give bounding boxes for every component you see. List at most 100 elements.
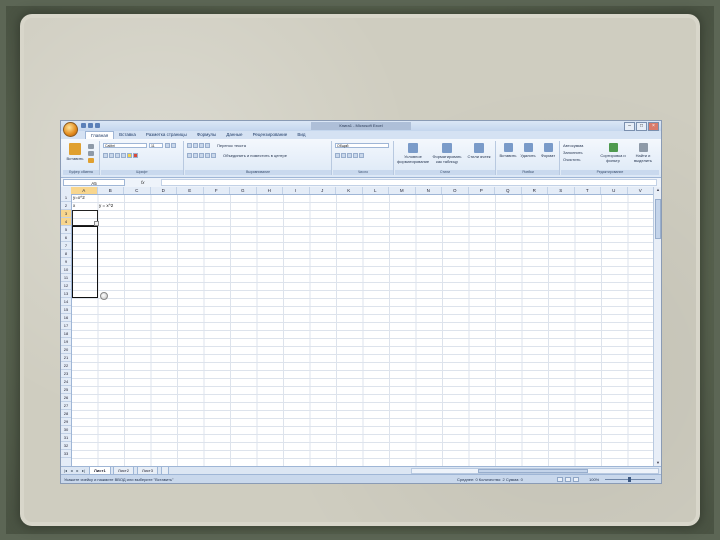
normal-view-icon[interactable] bbox=[557, 477, 563, 482]
align-right-icon[interactable] bbox=[199, 153, 204, 158]
font-name-select[interactable]: Calibri bbox=[103, 143, 147, 148]
sort-filter-button[interactable]: Сортировка и фильтр bbox=[599, 143, 627, 163]
column-header-a[interactable]: A bbox=[71, 187, 98, 194]
row-header-14[interactable]: 14 bbox=[61, 298, 71, 306]
font-color-icon[interactable] bbox=[133, 153, 138, 158]
office-button[interactable] bbox=[63, 122, 78, 137]
find-select-button[interactable]: Найти и выделить bbox=[629, 143, 657, 163]
column-header-h[interactable]: H bbox=[257, 187, 283, 194]
row-header-27[interactable]: 27 bbox=[61, 402, 71, 410]
copy-icon[interactable] bbox=[88, 151, 94, 156]
column-header-m[interactable]: M bbox=[389, 187, 416, 194]
column-header-u[interactable]: U bbox=[601, 187, 628, 194]
row-header-3[interactable]: 3 bbox=[61, 210, 71, 218]
column-header-q[interactable]: Q bbox=[495, 187, 522, 194]
tab-data[interactable]: Данные bbox=[221, 131, 247, 139]
paste-button[interactable]: Вставить bbox=[66, 143, 84, 161]
bold-icon[interactable] bbox=[103, 153, 108, 158]
zoom-slider-knob[interactable] bbox=[628, 477, 631, 482]
row-header-10[interactable]: 10 bbox=[61, 266, 71, 274]
increase-indent-icon[interactable] bbox=[211, 153, 216, 158]
column-header-i[interactable]: I bbox=[283, 187, 310, 194]
tab-insert[interactable]: Вставка bbox=[114, 131, 141, 139]
row-header-21[interactable]: 21 bbox=[61, 354, 71, 362]
tab-formulas[interactable]: Формулы bbox=[192, 131, 222, 139]
row-header-26[interactable]: 26 bbox=[61, 394, 71, 402]
cell-a2[interactable]: x bbox=[73, 202, 75, 210]
comma-style-icon[interactable] bbox=[347, 153, 352, 158]
row-header-9[interactable]: 9 bbox=[61, 258, 71, 266]
row-header-25[interactable]: 25 bbox=[61, 386, 71, 394]
row-header-7[interactable]: 7 bbox=[61, 242, 71, 250]
row-header-4[interactable]: 4 bbox=[61, 218, 71, 226]
decrease-decimal-icon[interactable] bbox=[359, 153, 364, 158]
format-as-table-button[interactable]: Форматировать как таблицу bbox=[431, 143, 463, 164]
autosum-button[interactable]: Автосумма bbox=[563, 143, 583, 148]
cell-styles-button[interactable]: Стили ячеек bbox=[465, 143, 493, 159]
cut-icon[interactable] bbox=[88, 144, 94, 149]
column-header-g[interactable]: G bbox=[230, 187, 257, 194]
page-layout-view-icon[interactable] bbox=[565, 477, 571, 482]
align-middle-icon[interactable] bbox=[193, 143, 198, 148]
row-header-23[interactable]: 23 bbox=[61, 370, 71, 378]
row-header-16[interactable]: 16 bbox=[61, 314, 71, 322]
row-header-32[interactable]: 32 bbox=[61, 442, 71, 450]
row-header-29[interactable]: 29 bbox=[61, 418, 71, 426]
save-icon[interactable] bbox=[81, 123, 86, 128]
tab-review[interactable]: Рецензирование bbox=[248, 131, 293, 139]
column-header-b[interactable]: B bbox=[98, 187, 124, 194]
maximize-button[interactable]: □ bbox=[636, 122, 647, 131]
spreadsheet-grid[interactable]: ABCDEFGHIJKLMNOPQRSTUV 1 2 3 4 5 6 7 8 9 10 11 12 13… bbox=[61, 187, 654, 466]
decrease-indent-icon[interactable] bbox=[205, 153, 210, 158]
column-header-j[interactable]: J bbox=[310, 187, 336, 194]
row-header-8[interactable]: 8 bbox=[61, 250, 71, 258]
autofill-options-icon[interactable] bbox=[100, 292, 108, 300]
column-header-f[interactable]: F bbox=[204, 187, 230, 194]
conditional-formatting-button[interactable]: Условное форматирование bbox=[397, 143, 429, 164]
shrink-font-icon[interactable] bbox=[171, 143, 176, 148]
column-header-k[interactable]: K bbox=[336, 187, 363, 194]
underline-icon[interactable] bbox=[115, 153, 120, 158]
row-header-30[interactable]: 30 bbox=[61, 426, 71, 434]
row-header-13[interactable]: 13 bbox=[61, 290, 71, 298]
grow-font-icon[interactable] bbox=[165, 143, 170, 148]
column-header-p[interactable]: P bbox=[469, 187, 495, 194]
italic-icon[interactable] bbox=[109, 153, 114, 158]
format-cells-button[interactable]: Формат bbox=[539, 143, 557, 158]
fill-color-icon[interactable] bbox=[127, 153, 132, 158]
name-box[interactable]: A5 bbox=[63, 179, 125, 186]
row-header-15[interactable]: 15 bbox=[61, 306, 71, 314]
column-header-v[interactable]: V bbox=[628, 187, 654, 194]
fx-icon[interactable]: fx bbox=[141, 179, 145, 186]
column-header-s[interactable]: S bbox=[548, 187, 575, 194]
row-header-5[interactable]: 5 bbox=[61, 226, 71, 234]
column-header-n[interactable]: N bbox=[416, 187, 442, 194]
column-header-o[interactable]: O bbox=[442, 187, 469, 194]
align-left-icon[interactable] bbox=[187, 153, 192, 158]
merge-center-button[interactable]: Объединить и поместить в центре bbox=[223, 153, 287, 158]
row-header-18[interactable]: 18 bbox=[61, 330, 71, 338]
font-size-select[interactable]: 11 bbox=[149, 143, 163, 148]
vertical-scrollbar[interactable]: ▲ ▼ bbox=[653, 187, 661, 466]
fill-button[interactable]: Заполнить bbox=[563, 150, 583, 155]
wrap-text-button[interactable]: Перенос текста bbox=[217, 143, 246, 148]
currency-icon[interactable] bbox=[335, 153, 340, 158]
column-header-d[interactable]: D bbox=[151, 187, 177, 194]
horizontal-scroll-thumb[interactable] bbox=[478, 469, 588, 473]
zoom-level[interactable]: 100% bbox=[589, 475, 599, 483]
tab-view[interactable]: Вид bbox=[292, 131, 310, 139]
row-header-19[interactable]: 19 bbox=[61, 338, 71, 346]
row-header-11[interactable]: 11 bbox=[61, 274, 71, 282]
minimize-button[interactable]: – bbox=[624, 122, 635, 131]
row-header-2[interactable]: 2 bbox=[61, 202, 71, 210]
vertical-scroll-thumb[interactable] bbox=[655, 199, 661, 239]
column-header-e[interactable]: E bbox=[177, 187, 204, 194]
scroll-up-icon[interactable]: ▲ bbox=[655, 187, 661, 193]
undo-icon[interactable] bbox=[88, 123, 93, 128]
borders-icon[interactable] bbox=[121, 153, 126, 158]
cell-a1[interactable]: y=x^2 bbox=[73, 194, 85, 202]
increase-decimal-icon[interactable] bbox=[353, 153, 358, 158]
row-header-24[interactable]: 24 bbox=[61, 378, 71, 386]
number-format-select[interactable]: Общий bbox=[335, 143, 389, 148]
row-header-1[interactable]: 1 bbox=[61, 194, 71, 202]
